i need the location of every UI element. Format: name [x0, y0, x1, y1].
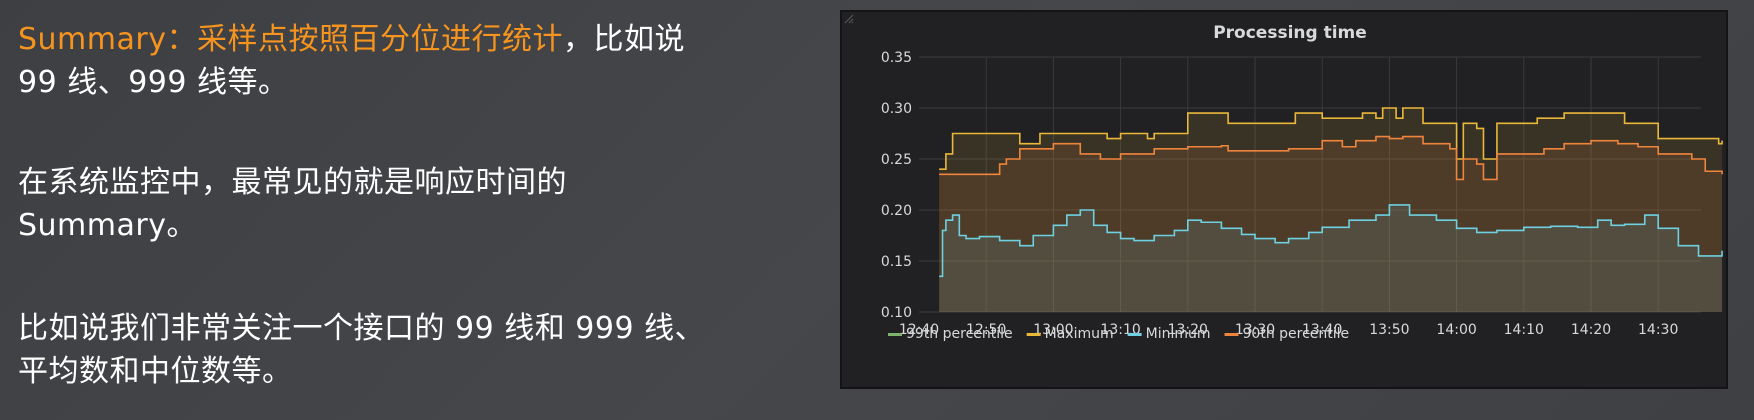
- x-tick-label: 14:20: [1571, 322, 1611, 338]
- y-tick-label: 0.10: [881, 305, 912, 321]
- summary-example: 99 线、999 线等。: [18, 65, 289, 100]
- resize-handle-icon[interactable]: [842, 12, 854, 24]
- processing-time-chart: Processing time 0.10 0.15 0.20 0.25 0.30 0.35…: [881, 23, 1723, 342]
- chart-panel: Processing time 0.10 0.15 0.20 0.25 0.30 0.35…: [840, 10, 1728, 389]
- series-areas: [939, 108, 1723, 312]
- legend-label-99th-percentile[interactable]: 99th percentile: [906, 326, 1013, 342]
- monitoring-line-1: 在系统监控中，最常见的就是响应时间的: [18, 165, 567, 200]
- summary-definition: Summary：采样点按照百分位进行统计: [18, 22, 563, 57]
- legend-swatch-90th-percentile: [1224, 333, 1239, 336]
- x-tick-label: 14:10: [1504, 322, 1544, 338]
- paragraph-summary: Summary：采样点按照百分位进行统计，比如说 99 线、999 线等。: [18, 18, 818, 104]
- legend-swatch-minimum: [1127, 333, 1142, 336]
- x-tick-label: 14:30: [1638, 322, 1678, 338]
- y-tick-label: 0.20: [881, 203, 912, 219]
- legend-label-maximum[interactable]: Maximum: [1045, 326, 1114, 342]
- x-tick-label: 13:50: [1369, 322, 1409, 338]
- y-tick-label: 0.30: [881, 101, 912, 117]
- legend-swatch-99th-percentile: [888, 333, 902, 336]
- y-tick-label: 0.15: [881, 254, 912, 270]
- chart-title: Processing time: [1213, 23, 1367, 43]
- y-tick-label: 0.25: [881, 152, 912, 168]
- y-tick-label: 0.35: [881, 50, 912, 66]
- summary-example-lead: ，比如说: [562, 22, 685, 57]
- example-line-1: 比如说我们非常关注一个接口的 99 线和 999 线、: [18, 311, 706, 346]
- legend-swatch-maximum: [1026, 333, 1041, 336]
- paragraph-monitoring: 在系统监控中，最常见的就是响应时间的 Summary。: [18, 161, 818, 247]
- legend-label-minimum[interactable]: Minimum: [1146, 326, 1211, 342]
- monitoring-line-2: Summary。: [18, 208, 197, 243]
- legend-label-90th-percentile[interactable]: 90th percentile: [1243, 326, 1350, 342]
- x-tick-label: 14:00: [1436, 322, 1476, 338]
- example-line-2: 平均数和中位数等。: [18, 354, 293, 389]
- paragraph-example: 比如说我们非常关注一个接口的 99 线和 999 线、 平均数和中位数等。: [18, 307, 818, 393]
